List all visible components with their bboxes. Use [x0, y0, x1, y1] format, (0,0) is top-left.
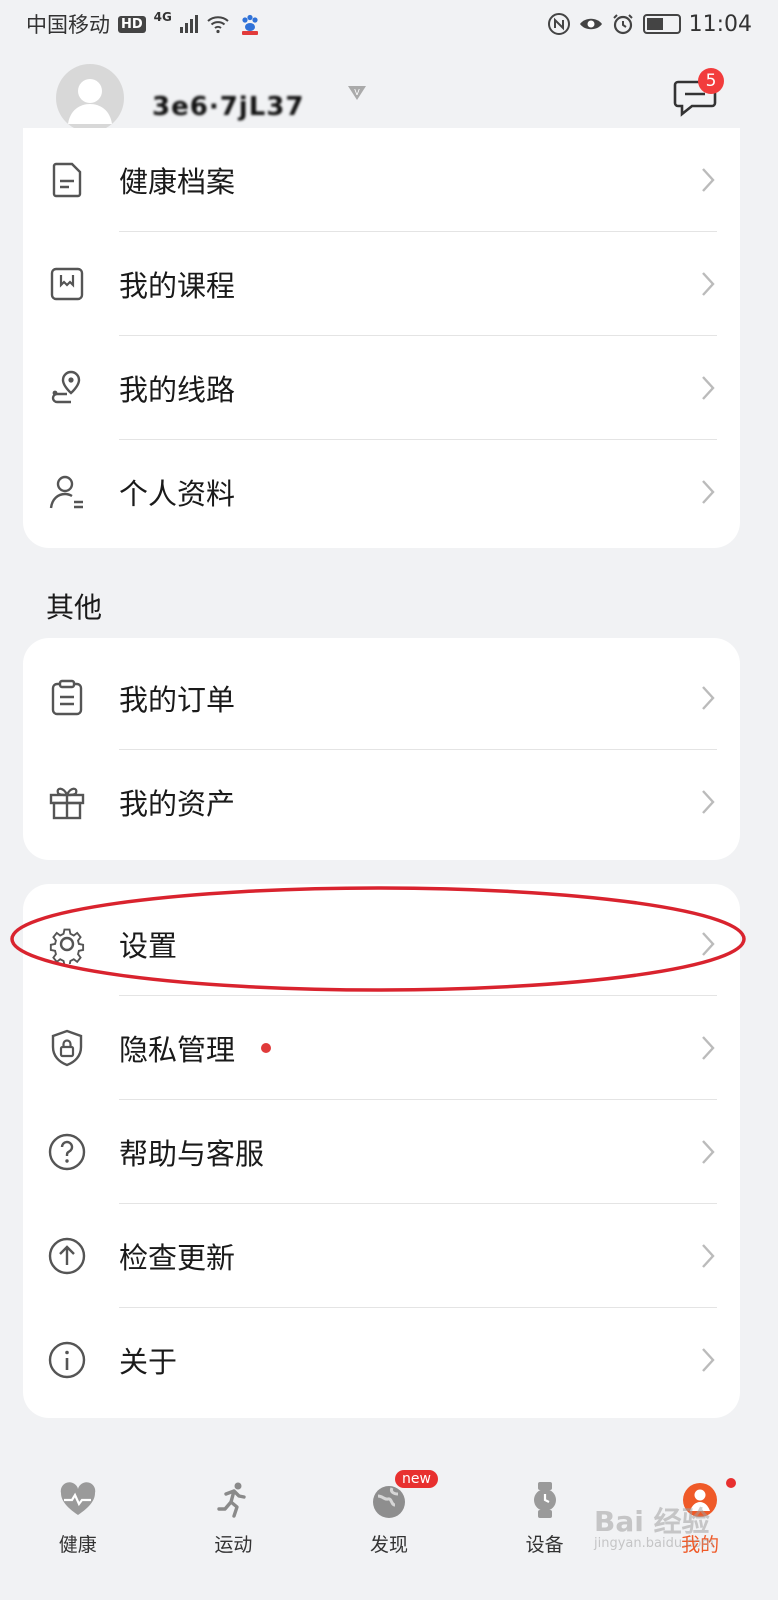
- chevron-right-icon: [702, 272, 715, 296]
- signal-icon: [179, 15, 198, 33]
- menu-item-health-record[interactable]: 健康档案: [23, 128, 740, 232]
- new-badge: new: [394, 1470, 438, 1488]
- menu-item-privacy[interactable]: 隐私管理: [23, 996, 740, 1100]
- hd-icon: HD: [118, 15, 146, 33]
- chevron-right-icon: [702, 376, 715, 400]
- menu-item-label: 检查更新: [119, 1241, 236, 1275]
- menu-item-help[interactable]: 帮助与客服: [23, 1100, 740, 1204]
- menu-item-courses[interactable]: 我的课程: [23, 232, 740, 336]
- tab-discover[interactable]: new 发现: [319, 1460, 459, 1600]
- menu-item-label: 健康档案: [119, 165, 236, 199]
- default-avatar-icon: [68, 79, 112, 124]
- menu-item-label: 我的课程: [119, 269, 236, 303]
- username[interactable]: 3e6·7jL37: [152, 92, 304, 122]
- avatar[interactable]: [56, 64, 124, 132]
- menu-item-label: 个人资料: [119, 477, 236, 511]
- watch-icon: [533, 1482, 556, 1518]
- heart-icon: [60, 1482, 96, 1515]
- alarm-icon: [612, 14, 633, 35]
- battery-icon: [642, 14, 681, 34]
- network-label: 4G: [153, 10, 172, 24]
- tab-label: 发现: [369, 1534, 408, 1556]
- section-title-other: 其他: [46, 591, 103, 624]
- tab-label: 健康: [58, 1534, 97, 1556]
- notification-dot: [726, 1478, 737, 1488]
- chevron-right-icon: [702, 790, 715, 814]
- carrier-label: 中国移动: [26, 13, 110, 37]
- svg-text:V: V: [354, 88, 360, 97]
- watermark-url: jingyan.baidu.com: [594, 1536, 714, 1551]
- wifi-icon: [207, 16, 229, 34]
- menu-card-other: 我的订单 我的资产: [23, 638, 740, 860]
- chevron-right-icon: [702, 686, 715, 710]
- chevron-right-icon: [702, 1348, 715, 1372]
- menu-item-orders[interactable]: 我的订单: [23, 646, 740, 750]
- menu-item-label: 我的资产: [119, 787, 236, 821]
- course-icon: [50, 267, 84, 301]
- vip-badge-icon: V: [348, 86, 366, 100]
- menu-item-label: 关于: [119, 1345, 178, 1379]
- highlight-ellipse-annotation: [10, 886, 746, 992]
- update-icon: [48, 1237, 86, 1275]
- chevron-right-icon: [702, 480, 715, 504]
- tab-label: 运动: [214, 1534, 253, 1556]
- message-count-badge: 5: [698, 68, 724, 94]
- eye-icon: [579, 18, 602, 30]
- help-icon: [48, 1133, 86, 1171]
- clock: 11:04: [688, 11, 752, 37]
- status-bar: 中国移动 HD 4G 11:04: [0, 0, 778, 48]
- status-left: 中国移动 HD 4G: [26, 9, 262, 39]
- chevron-right-icon: [702, 168, 715, 192]
- menu-item-label: 我的线路: [119, 373, 236, 407]
- health-record-icon: [52, 162, 82, 198]
- info-icon: [48, 1341, 86, 1379]
- menu-item-profile[interactable]: 个人资料: [23, 440, 740, 544]
- menu-card-personal: 健康档案 我的课程 我的线路 个人资料: [23, 128, 740, 548]
- tab-health[interactable]: 健康: [8, 1460, 148, 1600]
- order-icon: [51, 679, 83, 716]
- shield-lock-icon: [51, 1029, 83, 1067]
- tab-exercise[interactable]: 运动: [163, 1460, 303, 1600]
- profile-icon: [49, 475, 83, 509]
- runner-icon: [217, 1482, 247, 1518]
- new-dot-indicator: [261, 1043, 271, 1053]
- status-right: 11:04: [547, 12, 752, 37]
- watermark-logo: Bai 经验: [594, 1505, 710, 1538]
- menu-item-check-update[interactable]: 检查更新: [23, 1204, 740, 1308]
- menu-item-about[interactable]: 关于: [23, 1308, 740, 1412]
- gift-icon: [49, 787, 85, 820]
- menu-item-label: 我的订单: [119, 683, 236, 717]
- menu-item-label: 帮助与客服: [119, 1137, 265, 1171]
- nfc-icon: [547, 13, 570, 35]
- menu-item-assets[interactable]: 我的资产: [23, 750, 740, 854]
- chevron-right-icon: [702, 1140, 715, 1164]
- route-icon: [51, 370, 81, 404]
- chevron-right-icon: [702, 1244, 715, 1268]
- baidu-paw-icon: [241, 14, 258, 35]
- menu-item-routes[interactable]: 我的线路: [23, 336, 740, 440]
- menu-item-label: 隐私管理: [119, 1033, 236, 1067]
- chevron-right-icon: [702, 1036, 715, 1060]
